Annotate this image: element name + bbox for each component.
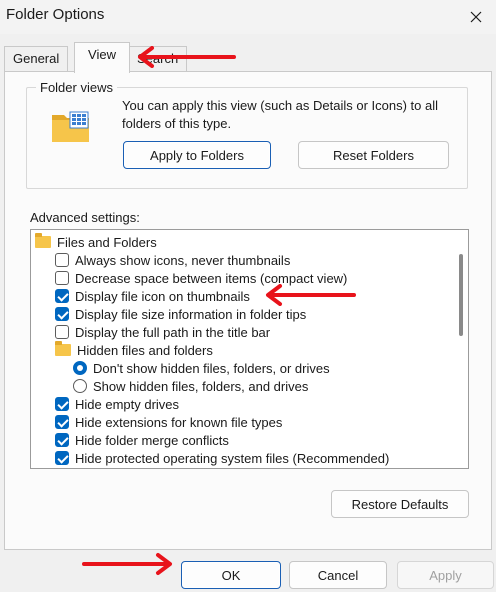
setting-display-full-path[interactable]: Display the full path in the title bar [55, 323, 270, 341]
checkbox[interactable] [55, 307, 69, 321]
folder-views-label: Folder views [36, 80, 117, 95]
folder-icon [35, 233, 51, 248]
restore-defaults-button[interactable]: Restore Defaults [331, 490, 469, 518]
setting-label: Show hidden files, folders, and drives [93, 378, 309, 394]
checkbox[interactable] [55, 325, 69, 339]
radio-button[interactable] [73, 361, 87, 375]
checkbox[interactable] [55, 253, 69, 267]
reset-folders-button[interactable]: Reset Folders [298, 141, 449, 169]
folder-icon [55, 341, 71, 356]
checkbox[interactable] [55, 415, 69, 429]
setting-label: Display the full path in the title bar [75, 324, 271, 340]
setting-label: Decrease space between items (compact vi… [75, 270, 348, 286]
setting-label: Don't show hidden files, folders, or dri… [93, 360, 330, 376]
setting-show-hidden[interactable]: Show hidden files, folders, and drives [73, 377, 308, 395]
setting-display-file-size[interactable]: Display file size information in folder … [55, 305, 306, 323]
scrollbar[interactable] [452, 230, 468, 468]
setting-hide-protected-os-files[interactable]: Hide protected operating system files (R… [55, 449, 389, 467]
setting-label: Hide empty drives [75, 396, 180, 412]
setting-label: Hide extensions for known file types [75, 414, 283, 430]
setting-hide-merge-conflicts[interactable]: Hide folder merge conflicts [55, 431, 229, 449]
setting-display-file-icon-on-thumbnails[interactable]: Display file icon on thumbnails [55, 287, 250, 305]
checkbox[interactable] [55, 451, 69, 465]
setting-label: Display file icon on thumbnails [75, 288, 250, 304]
setting-label: Display file size information in folder … [75, 306, 307, 322]
setting-label: Hide folder merge conflicts [75, 432, 229, 448]
checkbox[interactable] [55, 289, 69, 303]
close-button[interactable] [456, 0, 496, 34]
setting-label: Hide protected operating system files (R… [75, 450, 390, 466]
setting-label: Always show icons, never thumbnails [75, 252, 291, 268]
apply-to-folders-button[interactable]: Apply to Folders [123, 141, 271, 169]
setting-always-show-icons[interactable]: Always show icons, never thumbnails [55, 251, 290, 269]
tree-item-label: Files and Folders [57, 234, 157, 250]
advanced-settings-list[interactable]: Files and Folders Always show icons, nev… [30, 229, 469, 469]
cancel-button[interactable]: Cancel [289, 561, 387, 589]
tab-general[interactable]: General [4, 46, 69, 72]
tab-search[interactable]: Search [128, 46, 188, 72]
advanced-settings-label: Advanced settings: [30, 210, 140, 225]
tree-folder-files-and-folders: Files and Folders [35, 233, 157, 251]
setting-decrease-space[interactable]: Decrease space between items (compact vi… [55, 269, 347, 287]
ok-button[interactable]: OK [181, 561, 281, 589]
tree-folder-hidden-files: Hidden files and folders [55, 341, 213, 359]
tab-strip: General View Search [4, 42, 484, 73]
tab-general-label: General [13, 51, 60, 66]
window-title: Folder Options [6, 6, 105, 23]
folder-views-description: You can apply this view (such as Details… [122, 98, 439, 131]
tab-view[interactable]: View [74, 42, 130, 73]
scroll-thumb[interactable] [459, 254, 463, 336]
tree-item-label: Hidden files and folders [77, 342, 213, 358]
tab-view-label: View [88, 47, 116, 62]
setting-hide-extensions[interactable]: Hide extensions for known file types [55, 413, 282, 431]
radio-button[interactable] [73, 379, 87, 393]
folder-view-icon [52, 111, 89, 142]
checkbox[interactable] [55, 397, 69, 411]
title-bar: Folder Options [0, 0, 496, 34]
apply-button[interactable]: Apply [397, 561, 494, 589]
checkbox[interactable] [55, 433, 69, 447]
close-icon [470, 11, 482, 23]
checkbox[interactable] [55, 271, 69, 285]
setting-hide-empty-drives[interactable]: Hide empty drives [55, 395, 179, 413]
tab-search-label: Search [137, 51, 179, 66]
setting-dont-show-hidden[interactable]: Don't show hidden files, folders, or dri… [73, 359, 330, 377]
